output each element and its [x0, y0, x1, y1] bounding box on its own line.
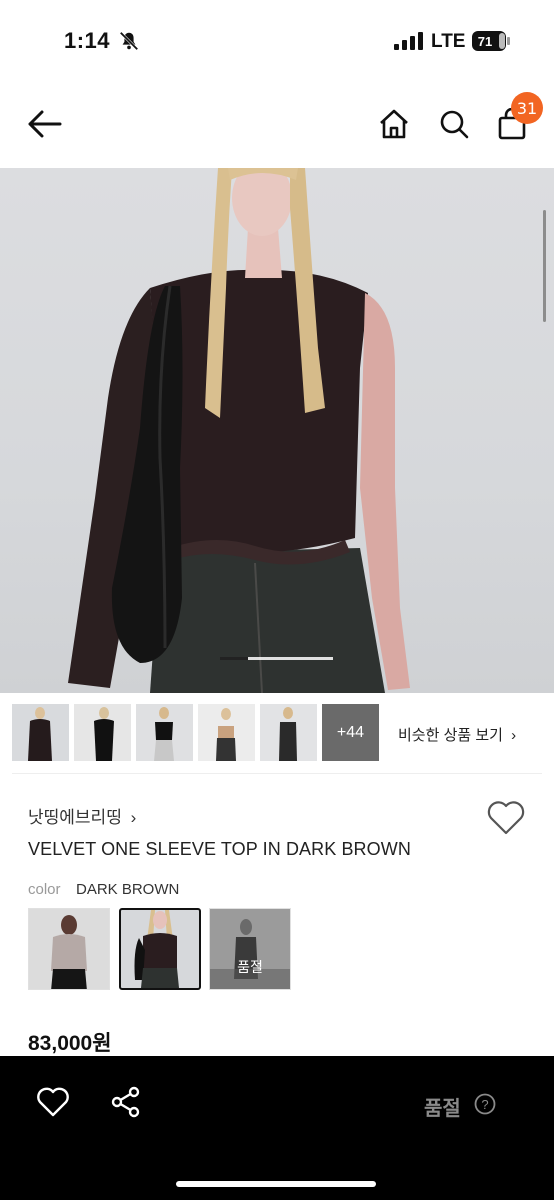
- thumbnail-4[interactable]: [198, 704, 255, 761]
- battery-icon: 71: [472, 31, 510, 51]
- like-heart-icon[interactable]: [36, 1086, 70, 1118]
- thumbnail-2[interactable]: [74, 704, 131, 761]
- scroll-indicator: [543, 210, 546, 322]
- color-swatch-dark-brown[interactable]: [119, 908, 201, 990]
- back-button[interactable]: [24, 104, 64, 144]
- divider: [12, 773, 542, 774]
- more-images-count: +44: [336, 723, 365, 741]
- home-indicator: [176, 1181, 376, 1187]
- signal-icon: [394, 32, 423, 50]
- share-icon[interactable]: [110, 1086, 142, 1118]
- color-value: DARK BROWN: [76, 881, 180, 898]
- thumbnail-1[interactable]: [12, 704, 69, 761]
- color-label: color: [28, 881, 61, 898]
- color-swatch-1[interactable]: [28, 908, 110, 990]
- status-bar: 1:14 LTE 71: [0, 0, 554, 80]
- help-icon[interactable]: ?: [474, 1093, 496, 1115]
- network-type: LTE: [431, 31, 466, 52]
- brand-link[interactable]: 낫띵에브리띵 ›: [28, 803, 136, 828]
- top-nav: [0, 80, 554, 168]
- soldout-status: 품절: [424, 1098, 461, 1120]
- thumbnail-strip: +44 비슷한 상품 보기 ›: [12, 704, 552, 762]
- back-arrow-icon: [28, 110, 62, 138]
- thumbnail-more[interactable]: +44: [322, 704, 379, 761]
- similar-products-link[interactable]: 비슷한 상품 보기 ›: [398, 724, 516, 745]
- image-progress-fill: [220, 657, 248, 660]
- soldout-swatch-label: 품절: [237, 959, 263, 975]
- battery-level: 71: [478, 34, 492, 49]
- thumbnail-3[interactable]: [136, 704, 193, 761]
- model-photo: [68, 168, 410, 693]
- chevron-right-icon: ›: [511, 727, 517, 744]
- bottom-action-bar: 품절 ?: [0, 1056, 554, 1200]
- product-name: VELVET ONE SLEEVE TOP IN DARK BROWN: [28, 839, 411, 859]
- help-glyph: ?: [481, 1097, 488, 1112]
- search-icon: [440, 110, 469, 139]
- cart-count-badge: 31: [511, 92, 543, 124]
- similar-products-label: 비슷한 상품 보기: [398, 727, 503, 744]
- brand-name: 낫띵에브리띵: [28, 808, 122, 827]
- home-button[interactable]: [374, 104, 414, 144]
- chevron-right-icon: ›: [130, 808, 137, 827]
- wishlist-heart-icon[interactable]: [486, 800, 526, 836]
- product-main-image[interactable]: [0, 168, 554, 693]
- search-button[interactable]: [434, 104, 474, 144]
- color-swatch-soldout[interactable]: 품절: [209, 908, 291, 990]
- thumbnail-5[interactable]: [260, 704, 317, 761]
- bell-off-icon: [119, 31, 139, 51]
- status-time: 1:14: [64, 28, 111, 53]
- home-icon: [380, 109, 408, 139]
- product-price: 83,000원: [28, 1032, 112, 1055]
